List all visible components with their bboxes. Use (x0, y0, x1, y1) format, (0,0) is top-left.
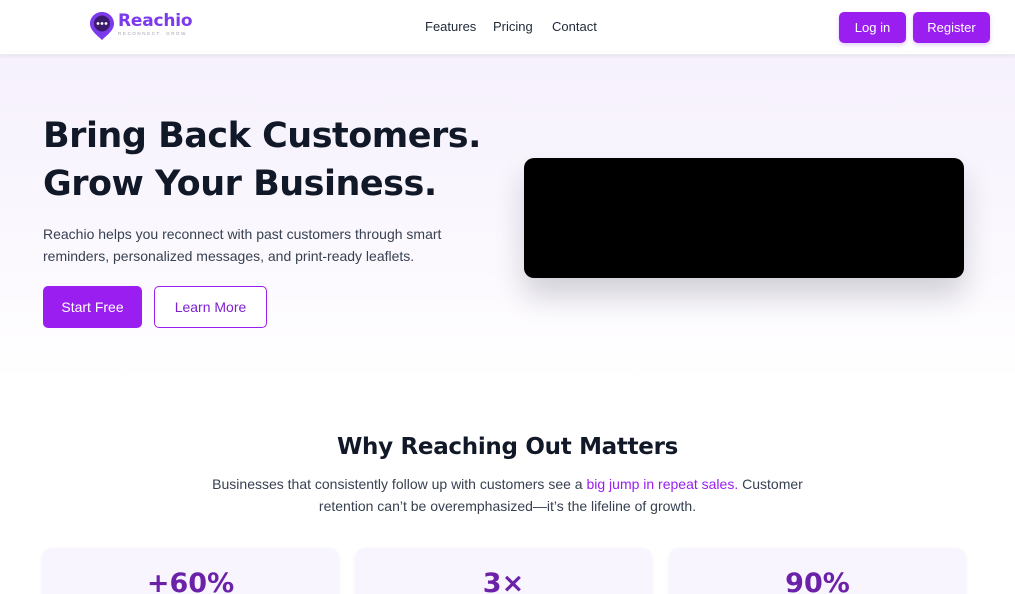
hero-title-line-2: Grow Your Business. (43, 164, 437, 204)
why-desc-highlight: big jump in repeat sales. (586, 476, 739, 492)
why-desc-before: Businesses that consistently follow up w… (212, 476, 587, 492)
site-header: Reachio RECONNECT. GROW Features Pricing… (0, 0, 1015, 55)
brand-tagline: RECONNECT. GROW (118, 31, 187, 36)
brand-logo[interactable]: Reachio RECONNECT. GROW (89, 11, 193, 43)
stat-value: 3× (482, 568, 525, 594)
chat-pin-icon (90, 12, 114, 40)
nav-link-contact[interactable]: Contact (552, 18, 597, 36)
register-button[interactable]: Register (913, 12, 990, 43)
hero-description: Reachio helps you reconnect with past cu… (43, 226, 442, 264)
why-section-title: Why Reaching Out Matters (336, 434, 679, 460)
brand-name: Reachio (118, 11, 193, 31)
why-section-description: Businesses that consistently follow up w… (192, 473, 823, 517)
hero-title: Bring Back Customers. Grow Your Business… (43, 112, 513, 208)
nav-link-pricing[interactable]: Pricing (493, 18, 533, 36)
hero-video[interactable] (524, 158, 964, 278)
hero-section: Bring Back Customers. Grow Your Business… (0, 55, 1015, 380)
nav-link-features[interactable]: Features (425, 18, 476, 36)
stat-value: +60% (146, 568, 235, 594)
hero-title-line-1: Bring Back Customers. (43, 116, 481, 156)
stat-card: 90% (669, 548, 966, 594)
learn-more-button[interactable]: Learn More (154, 286, 267, 328)
stat-card: 3× (355, 548, 652, 594)
stat-card: +60% (42, 548, 339, 594)
stat-value: 90% (785, 568, 850, 594)
login-button[interactable]: Log in (839, 12, 906, 43)
start-free-button[interactable]: Start Free (43, 286, 142, 328)
